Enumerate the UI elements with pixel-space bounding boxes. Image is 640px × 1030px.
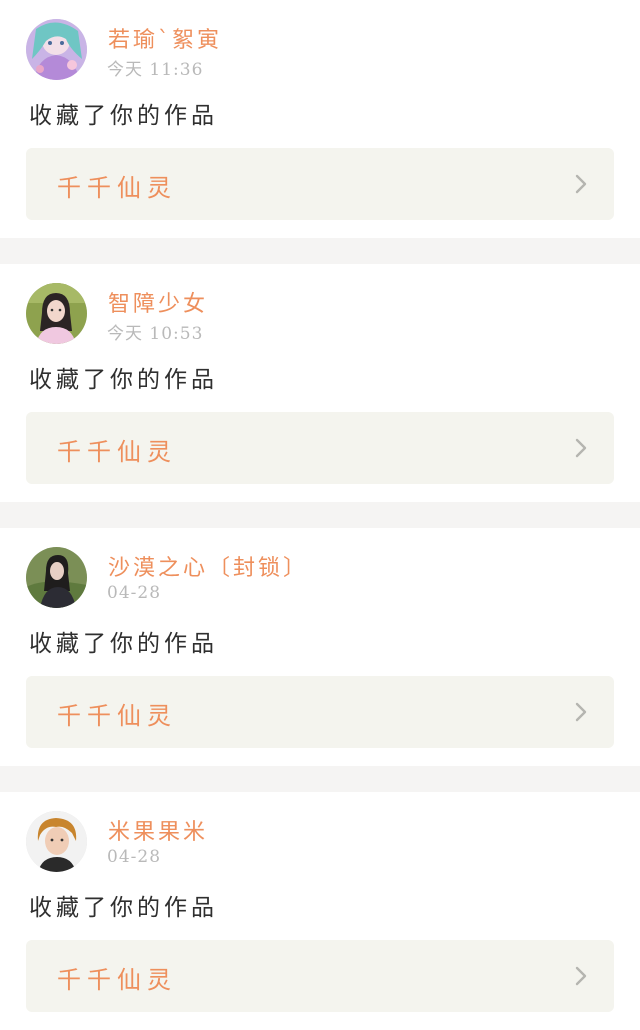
chevron-right-icon [575,174,587,194]
work-link[interactable]: 千千仙灵 [26,676,614,748]
feed-item: 若瑜`絮寅 今天 11:36 收藏了你的作品 千千仙灵 [0,0,640,238]
feed-item: 智障少女 今天 10:53 收藏了你的作品 千千仙灵 [0,264,640,502]
timestamp: 04-28 [107,583,162,603]
action-text: 收藏了你的作品 [29,103,218,129]
avatar[interactable] [26,547,87,608]
timestamp: 04-28 [107,847,162,867]
work-title: 千千仙灵 [57,702,177,730]
separator [0,766,640,792]
boy-photo-avatar-icon [26,811,87,872]
username[interactable]: 米果果米 [108,814,208,846]
girl-in-grass-avatar-icon [26,547,87,608]
work-title: 千千仙灵 [57,438,177,466]
action-text: 收藏了你的作品 [29,895,218,921]
separator [0,238,640,264]
avatar[interactable] [26,283,87,344]
timestamp: 今天 10:53 [107,324,204,344]
chevron-right-icon [575,438,587,458]
username[interactable]: 若瑜`絮寅 [108,22,222,54]
girl-photo-avatar-icon [26,283,87,344]
feed-item: 米果果米 04-28 收藏了你的作品 千千仙灵 [0,792,640,1030]
feed-item: 沙漠之心〔封锁〕 04-28 收藏了你的作品 千千仙灵 [0,528,640,766]
work-link[interactable]: 千千仙灵 [26,412,614,484]
chevron-right-icon [575,702,587,722]
work-title: 千千仙灵 [57,966,177,994]
anime-girl-avatar-icon [26,19,87,80]
avatar[interactable] [26,19,87,80]
work-link[interactable]: 千千仙灵 [26,940,614,1012]
timestamp: 今天 11:36 [107,60,204,80]
favorites-feed: 若瑜`絮寅 今天 11:36 收藏了你的作品 千千仙灵 智障少女 今天 10:5… [0,0,640,1030]
work-title: 千千仙灵 [57,174,177,202]
username[interactable]: 智障少女 [108,286,208,318]
action-text: 收藏了你的作品 [29,631,218,657]
work-link[interactable]: 千千仙灵 [26,148,614,220]
username[interactable]: 沙漠之心〔封锁〕 [108,550,308,582]
action-text: 收藏了你的作品 [29,367,218,393]
avatar[interactable] [26,811,87,872]
chevron-right-icon [575,966,587,986]
separator [0,502,640,528]
